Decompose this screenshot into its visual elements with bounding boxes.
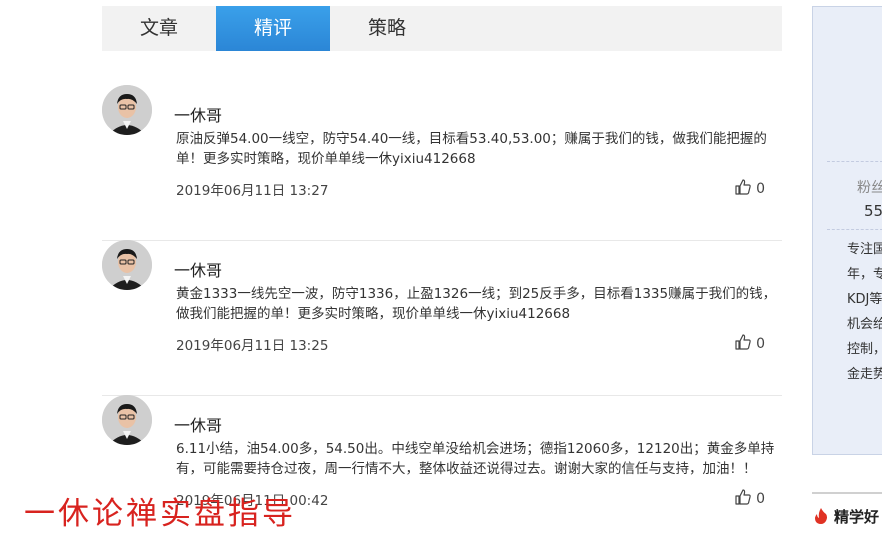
bio-line: 控制， xyxy=(847,342,882,357)
tab-reviews[interactable]: 精评 xyxy=(216,6,330,51)
fans-label: 粉丝 xyxy=(857,180,882,196)
thumbs-up-icon xyxy=(735,334,756,354)
like-button[interactable]: 0 xyxy=(735,179,765,199)
section-header: 精学好 xyxy=(812,505,882,527)
bio-line: 专注国 xyxy=(847,242,882,257)
avatar[interactable] xyxy=(102,395,152,445)
like-count: 0 xyxy=(756,336,765,352)
divider xyxy=(827,229,882,230)
avatar[interactable] xyxy=(102,85,152,135)
post-time: 2019年06月11日 13:25 xyxy=(176,338,329,354)
post-item: 一休哥 原油反弹54.00一线空，防守54.40一线，目标看53.40,53.0… xyxy=(102,85,782,241)
thumbs-up-icon xyxy=(735,489,756,509)
post-author[interactable]: 一休哥 xyxy=(174,257,222,281)
like-count: 0 xyxy=(756,181,765,197)
post-content: 黄金1333一线先空一波，防守1336，止盈1326一线；到25反手多，目标看1… xyxy=(176,286,777,322)
post-content: 6.11小结，油54.00多，54.50出。中线空单没给机会进场；德指12060… xyxy=(176,441,775,477)
bio-line: 机会给 xyxy=(847,317,882,332)
thumbs-up-icon xyxy=(735,179,756,199)
post-item: 一休哥 黄金1333一线先空一波，防守1336，止盈1326一线；到25反手多，… xyxy=(102,240,782,396)
section-title: 精学好 xyxy=(834,507,880,526)
fire-icon xyxy=(815,508,827,524)
author-profile-panel: 粉丝 55 专注国 年，专 KDJ等 机会给 控制， 金走势 xyxy=(812,6,882,455)
post-content: 原油反弹54.00一线空，防守54.40一线，目标看53.40,53.00；赚属… xyxy=(176,131,767,167)
fans-count: 55 xyxy=(864,202,882,220)
like-button[interactable]: 0 xyxy=(735,334,765,354)
section-divider xyxy=(812,492,882,494)
tab-bar: 文章 精评 策略 xyxy=(102,6,782,51)
bio-line: 金走势 xyxy=(847,367,882,382)
post-author[interactable]: 一休哥 xyxy=(174,412,222,436)
divider xyxy=(827,161,882,162)
post-time: 2019年06月11日 00:42 xyxy=(176,493,329,509)
tab-articles[interactable]: 文章 xyxy=(102,6,216,51)
like-button[interactable]: 0 xyxy=(735,489,765,509)
tab-strategy[interactable]: 策略 xyxy=(330,6,444,51)
bio-line: 年，专 xyxy=(847,267,882,282)
post-author[interactable]: 一休哥 xyxy=(174,102,222,126)
avatar[interactable] xyxy=(102,240,152,290)
bio-line: KDJ等 xyxy=(847,292,882,307)
post-time: 2019年06月11日 13:27 xyxy=(176,183,329,199)
author-bio: 专注国 年，专 KDJ等 机会给 控制， 金走势 xyxy=(847,237,882,387)
like-count: 0 xyxy=(756,491,765,507)
